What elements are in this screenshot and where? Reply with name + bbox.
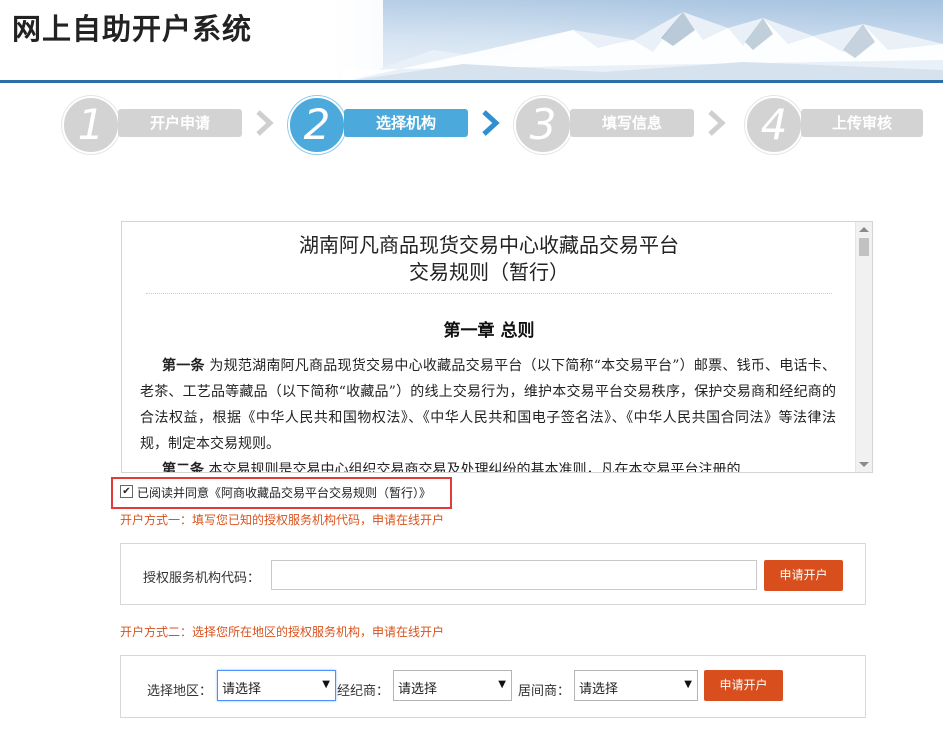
article-2: 第二条 本交易规则是交易中心组织交易商交易及处理纠纷的基本准则，凡在本交易平台注… <box>140 457 836 472</box>
broker-select-value: 请选择 <box>398 682 438 697</box>
rules-scrollbar[interactable] <box>855 222 872 472</box>
trading-rules-panel[interactable]: 湖南阿凡商品现货交易中心收藏品交易平台 交易规则（暂行） 第一章 总则 第一条 … <box>121 221 873 473</box>
region-select-value: 请选择 <box>222 682 262 697</box>
article-2-head: 第二条 <box>162 462 204 472</box>
org-code-label: 授权服务机构代码： <box>143 571 261 586</box>
page-title: 网上自助开户系统 <box>12 12 253 46</box>
step-1-label: 开户申请 <box>118 109 242 137</box>
method-1-hint: 开户方式一：填写您已知的授权服务机构代码，申请在线开户 <box>120 513 445 527</box>
chevron-right-icon <box>482 110 500 136</box>
step-2-label: 选择机构 <box>344 109 468 137</box>
region-select[interactable]: 请选择 ▼ <box>217 670 336 701</box>
step-1-number: 1 <box>62 96 120 154</box>
article-1: 第一条 为规范湖南阿凡商品现货交易中心收藏品交易平台（以下简称“本交易平台”）邮… <box>140 353 836 457</box>
org-code-input[interactable] <box>271 560 757 590</box>
method-1-panel: 授权服务机构代码： 申请开户 <box>120 543 866 605</box>
dropdown-arrow-icon: ▼ <box>684 679 692 690</box>
step-3-label: 填写信息 <box>570 109 694 137</box>
dropdown-arrow-icon: ▼ <box>322 679 330 690</box>
page-header: 网上自助开户系统 <box>0 0 943 82</box>
rules-divider <box>146 293 832 294</box>
broker-label: 经纪商： <box>337 684 390 699</box>
broker-select[interactable]: 请选择 ▼ <box>393 670 512 701</box>
header-divider <box>0 80 943 83</box>
region-label: 选择地区： <box>147 684 213 699</box>
chevron-right-icon <box>256 110 274 136</box>
apply-button-method-1[interactable]: 申请开户 <box>764 560 843 591</box>
scroll-thumb[interactable] <box>859 238 869 256</box>
apply-button-method-2[interactable]: 申请开户 <box>704 670 783 701</box>
rules-title-line-1: 湖南阿凡商品现货交易中心收藏品交易平台 <box>299 233 679 257</box>
trading-rules-content: 湖南阿凡商品现货交易中心收藏品交易平台 交易规则（暂行） 第一章 总则 第一条 … <box>122 222 856 472</box>
chapter-heading: 第一章 总则 <box>443 321 535 341</box>
step-2-number: 2 <box>288 96 346 154</box>
step-4-number: 4 <box>745 96 803 154</box>
article-2-text: 本交易规则是交易中心组织交易商交易及处理纠纷的基本准则，凡在本交易平台注册的 <box>204 462 741 472</box>
step-3-number: 3 <box>514 96 572 154</box>
method-2-hint: 开户方式二：选择您所在地区的授权服务机构，申请在线开户 <box>120 625 445 639</box>
article-1-text: 为规范湖南阿凡商品现货交易中心收藏品交易平台（以下简称“本交易平台”）邮票、钱币… <box>140 358 836 452</box>
article-1-head: 第一条 <box>162 358 205 374</box>
rules-title-line-2: 交易规则（暂行） <box>409 260 569 284</box>
step-indicator: 1 开户申请 2 选择机构 3 填写信息 4 上传审核 <box>0 96 943 154</box>
scroll-down-icon[interactable] <box>859 462 869 467</box>
agreement-text[interactable]: 已阅读并同意《阿商收藏品交易平台交易规则（暂行）》 <box>137 484 431 501</box>
rules-title: 湖南阿凡商品现货交易中心收藏品交易平台 交易规则（暂行） <box>122 232 856 286</box>
step-4-label: 上传审核 <box>801 109 923 137</box>
chevron-right-icon <box>708 110 726 136</box>
scroll-up-icon[interactable] <box>859 227 869 232</box>
intermediary-select-value: 请选择 <box>579 682 619 697</box>
dropdown-arrow-icon: ▼ <box>498 679 506 690</box>
mountain-banner-image <box>343 12 943 82</box>
intermediary-label: 居间商： <box>518 684 571 699</box>
intermediary-select[interactable]: 请选择 ▼ <box>574 670 698 701</box>
method-2-panel: 选择地区： 请选择 ▼ 经纪商： 请选择 ▼ 居间商： 请选择 ▼ 申请开户 <box>120 655 866 718</box>
agreement-checkbox[interactable]: ✔ <box>120 485 133 498</box>
agreement-highlight: ✔ 已阅读并同意《阿商收藏品交易平台交易规则（暂行）》 <box>111 477 452 509</box>
